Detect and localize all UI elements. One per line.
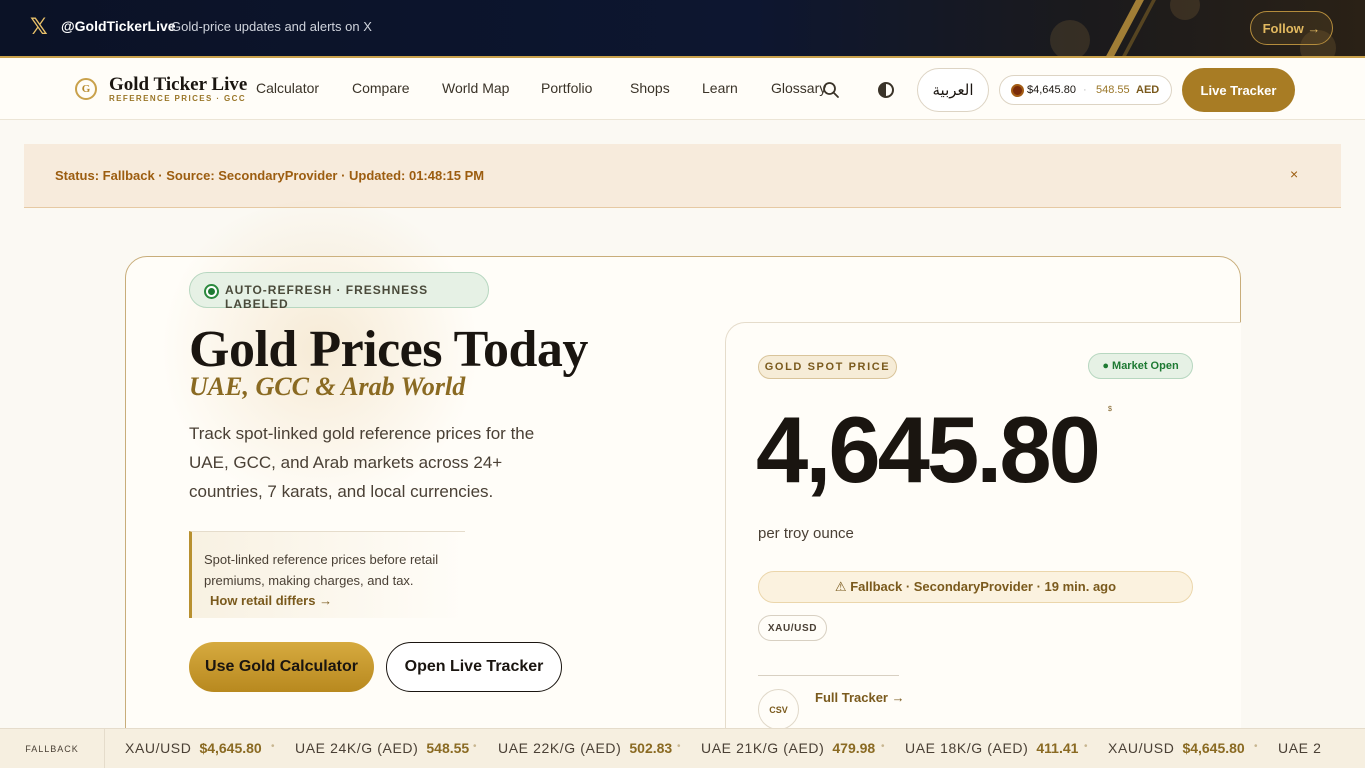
ticker-status-label: FALLBACK (0, 729, 105, 768)
page-title: Gold Prices Today (189, 321, 588, 378)
retail-differs-link[interactable]: How retail differs → (210, 593, 332, 608)
nav-glossary[interactable]: Glossary (771, 80, 826, 96)
ticker-bullet: • (1084, 741, 1088, 752)
search-icon[interactable] (822, 81, 840, 99)
ticker-item: UAE 21K/G (AED) 479.98 (701, 740, 876, 756)
ticker-separator: · (1083, 84, 1087, 96)
nav-shops[interactable]: Shops (630, 80, 670, 96)
retail-note-text: Spot-linked reference prices before reta… (204, 552, 439, 588)
ticker-item: XAU/USD $4,645.80 (125, 740, 262, 756)
page-subtitle: UAE, GCC & Arab World (189, 372, 466, 401)
spot-price-currency: $ (1108, 406, 1112, 413)
nav-portfolio[interactable]: Portfolio (541, 80, 592, 96)
nav-compare[interactable]: Compare (352, 80, 410, 96)
fallback-warning: ⚠ Fallback · SecondaryProvider · 19 min.… (758, 571, 1193, 603)
x-handle[interactable]: @GoldTickerLive (61, 18, 176, 34)
ticker-aed-currency: AED (1136, 84, 1160, 96)
panel-divider (758, 675, 899, 676)
hero-description: Track spot-linked gold reference prices … (189, 424, 535, 501)
live-dot-icon (204, 284, 219, 299)
decor-stripe (1098, 0, 1150, 56)
ticker-item: UAE 22K/G (AED) 502.83 (498, 740, 673, 756)
decor-bokeh (1050, 20, 1090, 56)
ticker-item: UAE 24K/G (AED) 548.55 (295, 740, 470, 756)
ticker-aed-price: 548.55 (1096, 84, 1130, 96)
theme-toggle-icon[interactable] (878, 82, 894, 98)
x-promo-bar: 𝕏 @GoldTickerLive Gold-price updates and… (0, 0, 1365, 56)
follow-button[interactable]: Follow → (1250, 11, 1333, 45)
ticker-item: UAE 2 (1278, 740, 1322, 756)
ticker-item: XAU/USD $4,645.80 (1108, 740, 1245, 756)
nav-calculator[interactable]: Calculator (256, 80, 319, 96)
gold-calculator-button[interactable]: Use Gold Calculator (189, 642, 374, 692)
spot-price-unit: per troy ounce (758, 525, 854, 542)
brand-name[interactable]: Gold Ticker Live (109, 74, 247, 96)
full-tracker-link[interactable]: Full Tracker → (815, 690, 905, 705)
ticker-bullet: • (881, 741, 885, 752)
mini-price-ticker[interactable]: $4,645.80 · 548.55 AED (999, 75, 1172, 105)
nav-world-map[interactable]: World Map (442, 80, 509, 96)
auto-refresh-label: AUTO-REFRESH · FRESHNESS LABELED (225, 283, 429, 311)
ticker-bullet: • (271, 741, 275, 752)
bottom-price-ticker: FALLBACK XAU/USD $4,645.80 • UAE 24K/G (A… (0, 728, 1365, 768)
language-toggle-button[interactable]: العربية (917, 68, 989, 112)
x-logo-icon[interactable]: 𝕏 (30, 17, 52, 39)
nav-learn[interactable]: Learn (702, 80, 738, 96)
status-banner: Status: Fallback · Source: SecondaryProv… (24, 144, 1341, 208)
auto-refresh-badge: AUTO-REFRESH · FRESHNESS LABELED (189, 272, 489, 311)
close-icon[interactable]: × (1290, 166, 1298, 182)
ticker-bullet: • (1254, 741, 1258, 752)
ticker-item: UAE 18K/G (AED) 411.41 (905, 740, 1079, 756)
brand-logo-icon[interactable]: G (75, 78, 97, 100)
x-tagline: Gold-price updates and alerts on X (171, 19, 372, 34)
status-dot-icon (1011, 84, 1024, 97)
ticker-bullet: • (473, 741, 477, 752)
main-header: G Gold Ticker Live REFERENCE PRICES · GC… (0, 56, 1365, 120)
spot-price-panel (725, 322, 1241, 768)
spot-price-label: GOLD SPOT PRICE (758, 355, 897, 379)
ticker-usd-price: $4,645.80 (1027, 84, 1076, 96)
open-live-tracker-button[interactable]: Open Live Tracker (386, 642, 562, 692)
market-status-badge: ● Market Open (1088, 353, 1193, 379)
currency-pair-badge: XAU/USD (758, 615, 827, 641)
decor-bokeh (1170, 0, 1200, 20)
ticker-bullet: • (677, 741, 681, 752)
spot-price-value: 4,645.80 (756, 397, 1101, 502)
brand-tagline: REFERENCE PRICES · GCC (109, 94, 247, 103)
status-text: Status: Fallback · Source: SecondaryProv… (55, 168, 485, 183)
csv-download-button[interactable]: CSV (758, 689, 799, 730)
retail-note: Spot-linked reference prices before reta… (189, 531, 465, 618)
live-tracker-button[interactable]: Live Tracker (1182, 68, 1295, 112)
